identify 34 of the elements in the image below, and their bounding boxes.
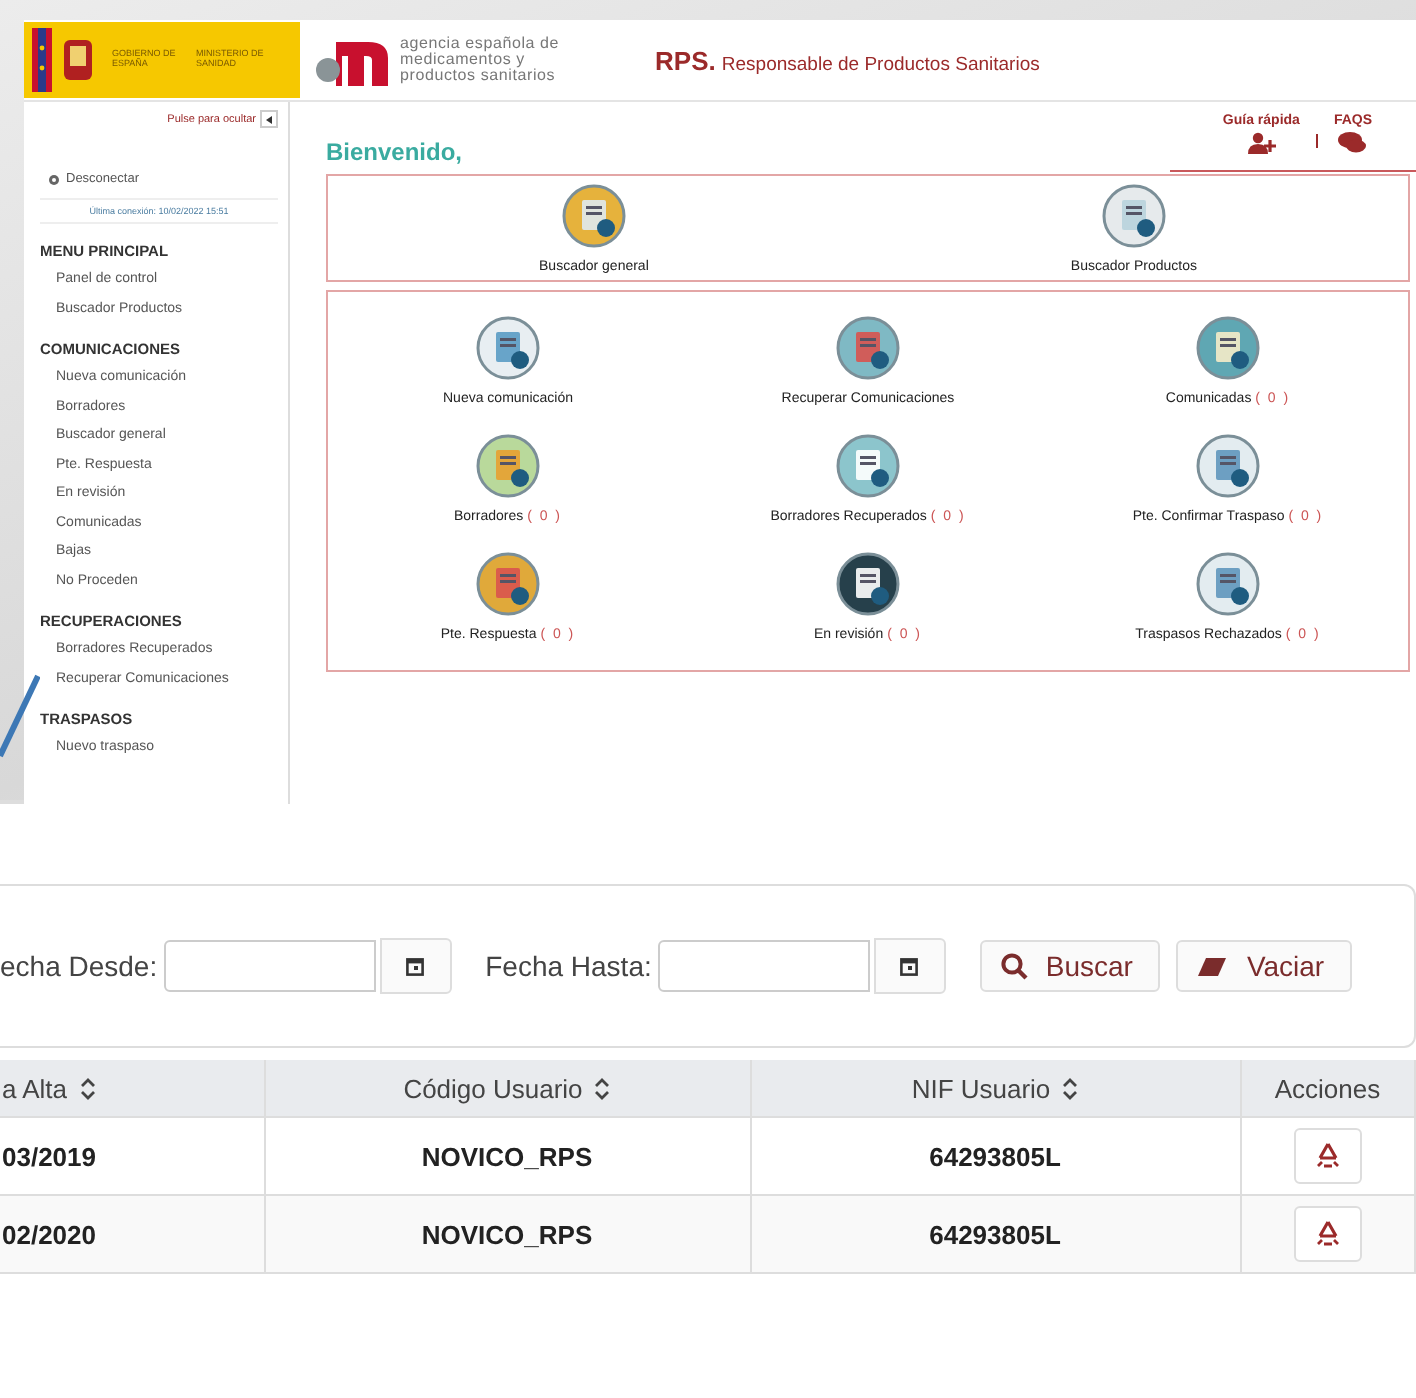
table-cell: 02/2020 xyxy=(0,1195,264,1273)
agency-name-line: agencia española de xyxy=(400,36,560,52)
filter-button[interactable]: Vaciar xyxy=(1176,940,1353,992)
date-label: echa Desde: xyxy=(0,950,158,982)
agency-name-line: productos sanitarios xyxy=(400,68,558,84)
column-header[interactable]: Código Usuario xyxy=(264,1060,750,1117)
calendar-icon xyxy=(406,956,425,976)
filter-button[interactable]: Buscar xyxy=(979,940,1161,992)
chat-bubbles-icon xyxy=(1338,132,1367,154)
agency-name-line: medicamentos y xyxy=(400,52,525,68)
gear-icon xyxy=(48,173,60,185)
table-cell: NOVICO_RPS xyxy=(264,1195,750,1273)
table-cell: 64293805L xyxy=(750,1195,1240,1273)
date-field[interactable] xyxy=(657,940,870,992)
date-label: Fecha Hasta: xyxy=(485,950,652,982)
column-header[interactable]: NIF Usuario xyxy=(750,1060,1240,1117)
sort-icon xyxy=(79,1077,96,1099)
date-field[interactable] xyxy=(163,940,376,992)
collapse-button[interactable] xyxy=(260,110,278,128)
column-header[interactable]: a Alta xyxy=(0,1060,264,1117)
calendar-icon xyxy=(900,956,919,976)
eraser-icon xyxy=(1196,955,1229,977)
sort-icon xyxy=(594,1077,611,1099)
caret-icon xyxy=(266,115,272,123)
search-icon xyxy=(999,952,1028,980)
restore-button[interactable] xyxy=(1293,1206,1362,1262)
app-title: RPS. Responsable de Productos Sanitarios xyxy=(655,45,1040,75)
column-header: Acciones xyxy=(1240,1060,1415,1117)
welcome-text: Bienvenido, xyxy=(326,138,463,170)
restore-button[interactable] xyxy=(1293,1128,1362,1184)
sort-icon xyxy=(1062,1077,1079,1099)
calendar-button[interactable] xyxy=(873,938,946,994)
calendar-button[interactable] xyxy=(379,938,452,994)
person-plus-icon xyxy=(1247,132,1276,154)
